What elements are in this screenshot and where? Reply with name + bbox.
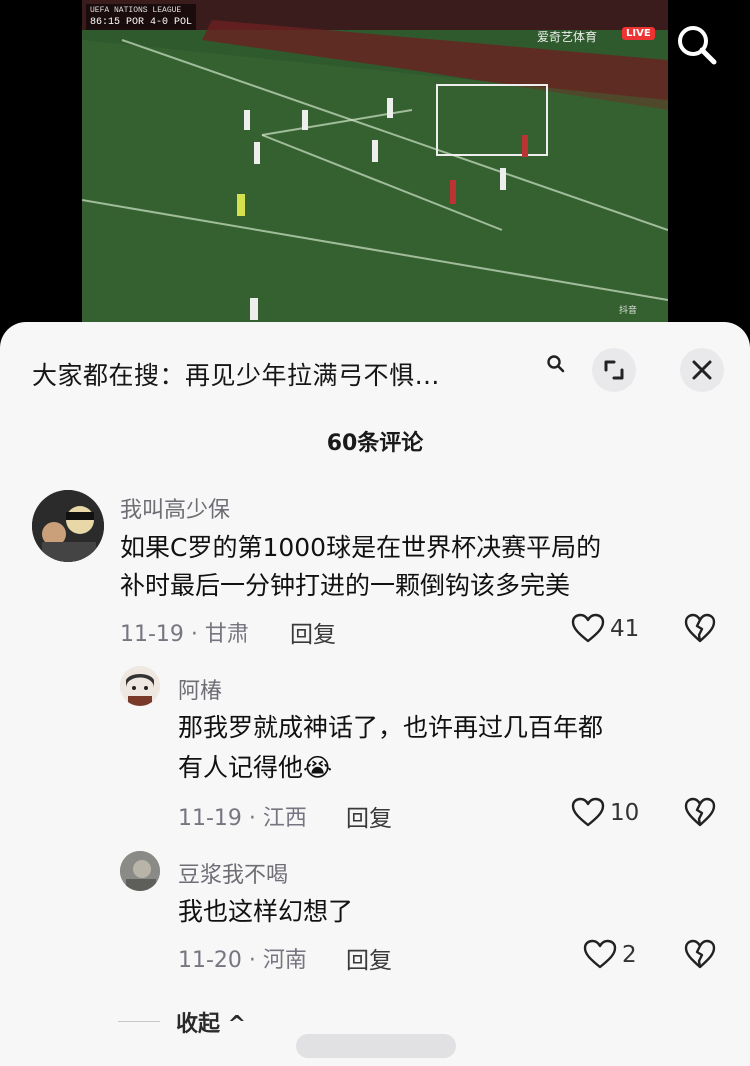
search-suggestion[interactable]: 大家都在搜：再见少年拉满弓不惧… xyxy=(32,356,440,392)
channel-logo: 爱奇艺体育 xyxy=(537,30,598,44)
comment-meta: 11-20 · 河南 xyxy=(178,948,307,973)
comment-username[interactable]: 豆浆我不喝 xyxy=(178,857,288,889)
avatar[interactable] xyxy=(120,851,160,891)
avatar-image xyxy=(120,666,160,706)
broken-heart-icon xyxy=(684,939,716,969)
avatar-image xyxy=(120,851,160,891)
like-count: 41 xyxy=(610,616,640,642)
comment-username[interactable]: 我叫高少保 xyxy=(120,492,230,524)
reply-button[interactable]: 回复 xyxy=(290,615,336,649)
pitch-image xyxy=(82,0,668,330)
comment-text-line: 那我罗就成神话了，也许再过几百年都 xyxy=(178,713,604,742)
avatar[interactable] xyxy=(120,666,160,706)
close-icon xyxy=(692,360,712,380)
live-badge: LIVE xyxy=(622,27,655,40)
reply-button[interactable]: 回复 xyxy=(346,941,392,975)
tiktok-watermark: 抖音 xyxy=(619,306,638,316)
heart-icon xyxy=(571,797,605,827)
close-button[interactable] xyxy=(680,348,724,392)
like-button[interactable] xyxy=(570,612,606,644)
broken-heart-icon xyxy=(684,613,716,643)
like-count: 10 xyxy=(610,800,640,826)
search-icon xyxy=(678,26,717,65)
comment-text-line: 补时最后一分钟打进的一颗倒钩该多完美 xyxy=(120,571,571,600)
collapse-button[interactable]: 收起 ^ xyxy=(176,1006,246,1038)
avatar-image xyxy=(32,490,104,562)
comment-text-line: 我也这样幻想了 xyxy=(178,897,354,926)
scoreboard: UEFA NATIONS LEAGUE 86:15 POR 4-0 POL xyxy=(86,4,197,30)
dislike-button[interactable] xyxy=(683,938,717,970)
like-count: 2 xyxy=(622,942,637,968)
video-player[interactable]: UEFA NATIONS LEAGUE 86:15 POR 4-0 POL 爱奇艺… xyxy=(82,0,668,330)
scoreboard-competition: UEFA NATIONS LEAGUE xyxy=(90,6,182,15)
dislike-button[interactable] xyxy=(683,796,717,828)
watermark xyxy=(296,1034,456,1058)
heart-icon xyxy=(571,613,605,643)
expand-icon xyxy=(604,360,624,380)
comment-count: 60条评论 xyxy=(326,431,424,456)
suggestion-search-button[interactable] xyxy=(546,354,566,374)
dislike-button[interactable] xyxy=(683,612,717,644)
comment-text-line: 有人记得他😭 xyxy=(178,753,333,782)
search-icon xyxy=(547,355,565,373)
comment-text-line: 如果C罗的第1000球是在世界杯决赛平局的 xyxy=(120,533,602,562)
like-button[interactable] xyxy=(570,796,606,828)
collapse-divider xyxy=(118,1021,160,1022)
comment-username[interactable]: 阿椿 xyxy=(178,673,222,705)
like-button[interactable] xyxy=(582,938,618,970)
broken-heart-icon xyxy=(684,797,716,827)
avatar[interactable] xyxy=(32,490,104,562)
reply-button[interactable]: 回复 xyxy=(346,799,392,833)
match-time: 86:15 xyxy=(90,17,121,28)
heart-icon xyxy=(583,939,617,969)
comment-meta: 11-19 · 甘肃 xyxy=(120,622,249,647)
match-score: POR 4-0 POL xyxy=(126,17,193,28)
top-search-button[interactable] xyxy=(674,22,720,68)
comment-meta: 11-19 · 江西 xyxy=(178,806,307,831)
expand-button[interactable] xyxy=(592,348,636,392)
